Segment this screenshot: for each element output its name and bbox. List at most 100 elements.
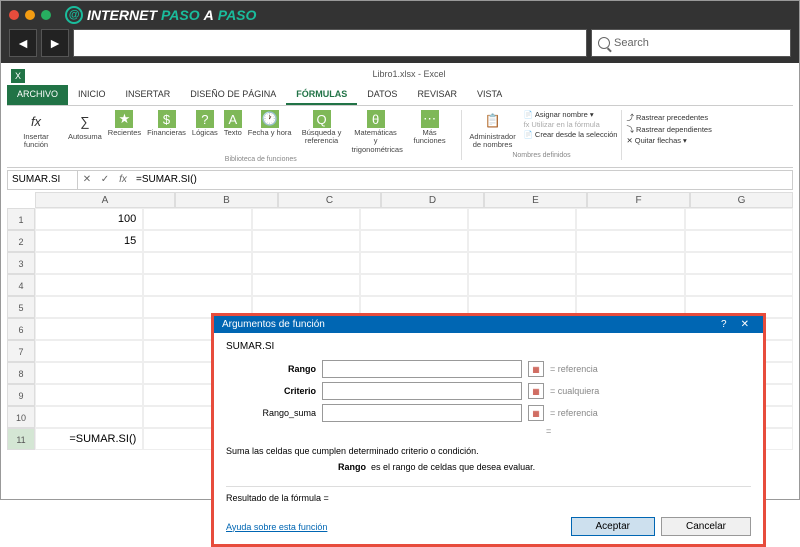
- url-input[interactable]: [73, 29, 587, 57]
- remove-arrows-button[interactable]: ✕ Quitar flechas ▾: [626, 136, 711, 145]
- back-button[interactable]: ◄: [9, 29, 37, 57]
- assign-name-button[interactable]: 📄 Asignar nombre ▾: [524, 110, 618, 119]
- maximize-window-icon[interactable]: [41, 10, 51, 20]
- name-box[interactable]: SUMAR.SI: [8, 171, 78, 189]
- tab-diseno[interactable]: DISEÑO DE PÁGINA: [180, 85, 286, 105]
- cell[interactable]: [685, 208, 793, 230]
- column-header[interactable]: F: [587, 192, 690, 208]
- search-input[interactable]: Search: [591, 29, 791, 57]
- cell[interactable]: [143, 252, 251, 274]
- cell[interactable]: [35, 340, 143, 362]
- cell[interactable]: [468, 274, 576, 296]
- cancel-formula-icon[interactable]: ✕: [78, 174, 96, 185]
- cell[interactable]: [143, 208, 251, 230]
- cell[interactable]: [35, 384, 143, 406]
- fx-icon[interactable]: fx: [114, 174, 132, 185]
- name-manager-button[interactable]: 📋Administrador de nombres: [466, 110, 520, 150]
- tab-archivo[interactable]: ARCHIVO: [7, 85, 68, 105]
- recent-button[interactable]: ★Recientes: [105, 110, 144, 154]
- range-selector-icon[interactable]: ▦: [528, 383, 544, 399]
- cell[interactable]: [576, 230, 684, 252]
- column-header[interactable]: E: [484, 192, 587, 208]
- formula-input[interactable]: =SUMAR.SI(): [132, 174, 792, 185]
- tab-inicio[interactable]: INICIO: [68, 85, 116, 105]
- use-in-formula-button[interactable]: fx Utilizar en la fórmula: [524, 120, 618, 129]
- close-icon[interactable]: ✕: [735, 319, 755, 330]
- column-header[interactable]: B: [175, 192, 278, 208]
- tab-datos[interactable]: DATOS: [357, 85, 407, 105]
- cell-a2[interactable]: 15: [35, 230, 143, 252]
- create-from-selection-button[interactable]: 📄 Crear desde la selección: [524, 130, 618, 139]
- cell[interactable]: [576, 274, 684, 296]
- cell[interactable]: [685, 252, 793, 274]
- cell[interactable]: [35, 318, 143, 340]
- minimize-window-icon[interactable]: [25, 10, 35, 20]
- cell[interactable]: [35, 296, 143, 318]
- range-selector-icon[interactable]: ▦: [528, 405, 544, 421]
- accept-button[interactable]: Aceptar: [571, 517, 655, 536]
- column-header[interactable]: A: [35, 192, 175, 208]
- cell[interactable]: [143, 230, 251, 252]
- row-header[interactable]: 8: [7, 362, 35, 384]
- cell[interactable]: [685, 274, 793, 296]
- more-button[interactable]: ⋯Más funciones: [403, 110, 457, 154]
- cell[interactable]: [576, 208, 684, 230]
- cell-a1[interactable]: 100: [35, 208, 143, 230]
- cell-a11-active[interactable]: =SUMAR.SI(): [35, 428, 143, 450]
- column-header[interactable]: C: [278, 192, 381, 208]
- cell[interactable]: [35, 274, 143, 296]
- logical-button[interactable]: ?Lógicas: [189, 110, 221, 154]
- cell[interactable]: [360, 252, 468, 274]
- help-link[interactable]: Ayuda sobre esta función: [226, 522, 327, 532]
- cell[interactable]: [252, 252, 360, 274]
- rango-input[interactable]: [322, 360, 522, 378]
- criterio-input[interactable]: [322, 382, 522, 400]
- text-button[interactable]: ATexto: [221, 110, 245, 154]
- row-header[interactable]: 7: [7, 340, 35, 362]
- row-header[interactable]: 6: [7, 318, 35, 340]
- cell[interactable]: [468, 208, 576, 230]
- rango-suma-input[interactable]: [322, 404, 522, 422]
- cell[interactable]: [35, 362, 143, 384]
- financial-button[interactable]: $Financieras: [144, 110, 189, 154]
- tab-vista[interactable]: VISTA: [467, 85, 512, 105]
- help-icon[interactable]: ?: [721, 319, 727, 330]
- trace-precedents-button[interactable]: ⤴ Rastrear precedentes: [626, 112, 711, 123]
- cell[interactable]: [360, 208, 468, 230]
- cell[interactable]: [252, 230, 360, 252]
- cell[interactable]: [143, 274, 251, 296]
- tab-insertar[interactable]: INSERTAR: [116, 85, 181, 105]
- cell[interactable]: [576, 252, 684, 274]
- cell[interactable]: [360, 230, 468, 252]
- tab-formulas[interactable]: FÓRMULAS: [286, 85, 357, 105]
- cell[interactable]: [252, 208, 360, 230]
- cancel-button[interactable]: Cancelar: [661, 517, 751, 536]
- row-header[interactable]: 4: [7, 274, 35, 296]
- cell[interactable]: [685, 230, 793, 252]
- cell[interactable]: [468, 252, 576, 274]
- accept-formula-icon[interactable]: ✓: [96, 174, 114, 185]
- date-button[interactable]: 🕐Fecha y hora: [245, 110, 295, 154]
- insert-function-button[interactable]: fxInsertar función: [9, 110, 63, 150]
- tab-revisar[interactable]: REVISAR: [407, 85, 467, 105]
- trace-dependents-button[interactable]: ⤵ Rastrear dependientes: [626, 124, 711, 135]
- cell[interactable]: [252, 274, 360, 296]
- row-header[interactable]: 5: [7, 296, 35, 318]
- forward-button[interactable]: ►: [41, 29, 69, 57]
- cell[interactable]: [35, 406, 143, 428]
- math-button[interactable]: θMatemáticas y trigonométricas: [349, 110, 403, 154]
- cell[interactable]: [468, 230, 576, 252]
- cell[interactable]: [35, 252, 143, 274]
- close-window-icon[interactable]: [9, 10, 19, 20]
- lookup-button[interactable]: QBúsqueda y referencia: [295, 110, 349, 154]
- autosum-button[interactable]: ∑Autosuma: [65, 110, 105, 154]
- row-header[interactable]: 3: [7, 252, 35, 274]
- cell[interactable]: [360, 274, 468, 296]
- column-header[interactable]: D: [381, 192, 484, 208]
- row-header[interactable]: 11: [7, 428, 35, 450]
- row-header[interactable]: 10: [7, 406, 35, 428]
- row-header[interactable]: 1: [7, 208, 35, 230]
- column-header[interactable]: G: [690, 192, 793, 208]
- row-header[interactable]: 2: [7, 230, 35, 252]
- row-header[interactable]: 9: [7, 384, 35, 406]
